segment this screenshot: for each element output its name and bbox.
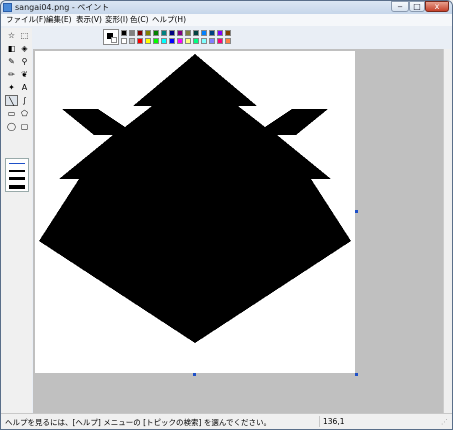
palette-swatch[interactable] — [217, 30, 223, 36]
tool-box: ☆ ⬚ ◧ ◈ ✎ ⚲ ✏ ❦ ✦ A ╲ ∫ ▭ ⬠ ◯ ▢ — [1, 28, 32, 413]
rect-select-icon[interactable]: ⬚ — [18, 30, 31, 41]
color-picker-icon[interactable]: ✎ — [5, 56, 18, 67]
drawing-canvas[interactable] — [35, 51, 355, 373]
curve-icon[interactable]: ∫ — [18, 95, 31, 106]
paint-window: sangai04.png - ペイント ‒ □ x ファイル(F) 編集(E) … — [0, 0, 453, 430]
status-help-text: ヘルプを見るには、[ヘルプ] メニューの [トピックの検索] を選んでください。 — [5, 418, 271, 427]
status-bar: ヘルプを見るには、[ヘルプ] メニューの [トピックの検索] を選んでください。… — [1, 413, 452, 429]
window-title: sangai04.png - ペイント — [15, 3, 110, 12]
palette-swatch[interactable] — [129, 30, 135, 36]
palette-swatch[interactable] — [177, 38, 183, 44]
line-width-3[interactable] — [9, 177, 25, 180]
menu-view[interactable]: 表示(V) — [75, 14, 103, 26]
resize-handle-corner[interactable] — [355, 373, 358, 376]
rectangle-icon[interactable]: ▭ — [5, 108, 18, 119]
cursor-coordinates: 136,1 — [323, 417, 345, 426]
palette-swatch[interactable] — [169, 30, 175, 36]
palette-swatch[interactable] — [145, 38, 151, 44]
line-width-selector[interactable] — [5, 158, 29, 192]
palette-swatch[interactable] — [169, 38, 175, 44]
fill-icon[interactable]: ◈ — [18, 43, 31, 54]
pencil-icon[interactable]: ✏ — [5, 69, 18, 80]
menu-bar: ファイル(F) 編集(E) 表示(V) 変形(I) 色(C) ヘルプ(H) — [1, 14, 452, 26]
pagoda-shape — [39, 54, 351, 343]
palette-swatch[interactable] — [201, 38, 207, 44]
text-icon[interactable]: A — [18, 82, 31, 93]
palette-swatch[interactable] — [185, 30, 191, 36]
palette-swatch[interactable] — [137, 30, 143, 36]
line-width-2[interactable] — [9, 170, 25, 172]
ellipse-icon[interactable]: ◯ — [5, 121, 18, 132]
palette-swatch[interactable] — [177, 30, 183, 36]
palette-swatch[interactable] — [225, 38, 231, 44]
polygon-icon[interactable]: ⬠ — [18, 108, 31, 119]
palette-swatch[interactable] — [129, 38, 135, 44]
menu-image[interactable]: 変形(I) — [104, 14, 129, 26]
eraser-icon[interactable]: ◧ — [5, 43, 18, 54]
palette-swatch[interactable] — [153, 30, 159, 36]
palette-swatch[interactable] — [145, 30, 151, 36]
background-color[interactable] — [111, 37, 117, 43]
palette-swatch[interactable] — [209, 30, 215, 36]
palette-swatch[interactable] — [193, 30, 199, 36]
menu-file[interactable]: ファイル(F) — [5, 14, 47, 26]
line-icon[interactable]: ╲ — [5, 95, 18, 106]
menu-colors[interactable]: 色(C) — [129, 14, 150, 26]
line-width-4[interactable] — [9, 185, 25, 189]
resize-handle-bottom[interactable] — [193, 373, 196, 376]
rounded-rect-icon[interactable]: ▢ — [18, 121, 31, 132]
free-select-icon[interactable]: ☆ — [5, 30, 18, 41]
palette-swatch[interactable] — [153, 38, 159, 44]
palette-swatch[interactable] — [121, 38, 127, 44]
paint-app-icon[interactable] — [3, 3, 12, 12]
airbrush-icon[interactable]: ✦ — [5, 82, 18, 93]
vertical-scrollbar[interactable] — [443, 49, 452, 413]
close-button[interactable]: x — [425, 1, 449, 12]
brush-icon[interactable]: ❦ — [18, 69, 31, 80]
palette-swatch[interactable] — [209, 38, 215, 44]
palette-swatch[interactable] — [225, 30, 231, 36]
maximize-button[interactable]: □ — [409, 1, 425, 12]
resize-grip-icon[interactable]: ⋰ — [441, 418, 449, 426]
menu-help[interactable]: ヘルプ(H) — [151, 14, 187, 26]
status-divider — [319, 416, 320, 427]
palette-swatch[interactable] — [161, 30, 167, 36]
workspace — [33, 49, 443, 413]
palette-swatch[interactable] — [193, 38, 199, 44]
minimize-button[interactable]: ‒ — [391, 1, 409, 12]
palette-swatch[interactable] — [121, 30, 127, 36]
title-bar[interactable]: sangai04.png - ペイント ‒ □ x — [1, 1, 452, 14]
palette-swatch[interactable] — [201, 30, 207, 36]
palette-swatch[interactable] — [217, 38, 223, 44]
line-width-1[interactable] — [9, 163, 25, 164]
current-colors[interactable] — [103, 29, 119, 45]
palette-swatch[interactable] — [161, 38, 167, 44]
menu-edit[interactable]: 編集(E) — [45, 14, 73, 26]
palette-swatch[interactable] — [137, 38, 143, 44]
palette-swatch[interactable] — [185, 38, 191, 44]
magnifier-icon[interactable]: ⚲ — [18, 56, 31, 67]
resize-handle-right[interactable] — [355, 210, 358, 213]
